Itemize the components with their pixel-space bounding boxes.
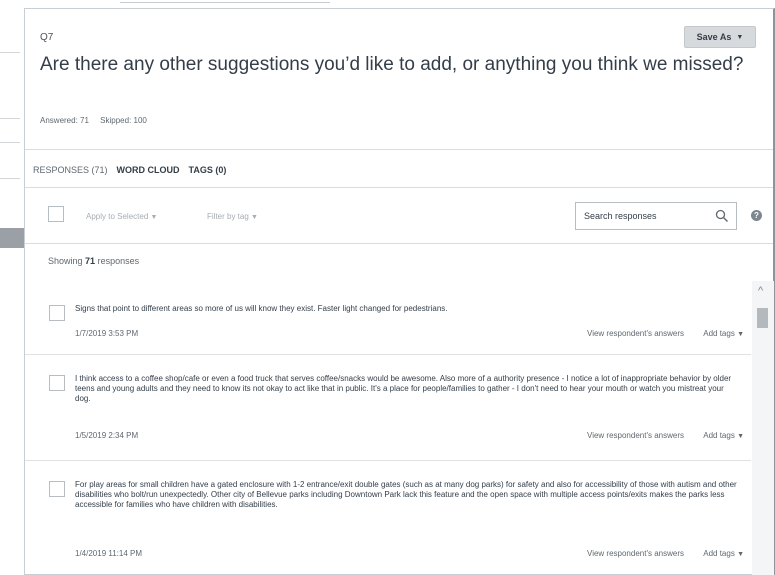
response-text: Signs that point to different areas so m… bbox=[75, 304, 448, 313]
response-item: Signs that point to different areas so m… bbox=[25, 285, 751, 355]
question-title: Are there any other suggestions you’d li… bbox=[40, 54, 744, 75]
response-text: For play areas for small children have a… bbox=[75, 480, 737, 509]
filter-by-tag-dropdown[interactable]: Filter by tag ▼ bbox=[207, 212, 258, 221]
caret-down-icon: ▼ bbox=[251, 214, 258, 221]
add-tags-label: Add tags bbox=[703, 549, 735, 558]
responses-toolbar: Apply to Selected ▼ Filter by tag ▼ ? bbox=[25, 189, 773, 245]
tab-bar: RESPONSES (71) WORD CLOUD TAGS (0) bbox=[33, 165, 226, 175]
response-checkbox[interactable] bbox=[49, 305, 65, 321]
view-answers-link[interactable]: View respondent's answers bbox=[587, 329, 684, 338]
response-text: I think access to a coffee shop/cafe or … bbox=[75, 374, 732, 403]
save-as-label: Save As bbox=[696, 32, 732, 42]
view-answers-link[interactable]: View respondent's answers bbox=[587, 431, 684, 440]
apply-to-selected-label: Apply to Selected bbox=[86, 212, 149, 221]
add-tags-dropdown[interactable]: Add tags ▼ bbox=[703, 431, 744, 440]
gutter-handle bbox=[0, 228, 24, 248]
search-icon[interactable] bbox=[715, 209, 729, 223]
apply-to-selected-dropdown[interactable]: Apply to Selected ▼ bbox=[86, 212, 157, 221]
header-divider bbox=[25, 149, 773, 150]
response-list: Signs that point to different areas so m… bbox=[25, 285, 751, 575]
showing-suffix: responses bbox=[97, 256, 140, 266]
showing-prefix: Showing bbox=[48, 256, 83, 266]
toolbar-divider bbox=[25, 243, 773, 244]
add-tags-label: Add tags bbox=[703, 329, 735, 338]
search-input[interactable] bbox=[584, 209, 702, 223]
showing-number: 71 bbox=[85, 256, 96, 266]
filter-by-tag-label: Filter by tag bbox=[207, 212, 249, 221]
chevron-up-icon[interactable]: ^ bbox=[758, 285, 763, 297]
caret-down-icon: ▼ bbox=[150, 214, 158, 221]
tabs-divider bbox=[25, 187, 773, 188]
add-tags-dropdown[interactable]: Add tags ▼ bbox=[703, 329, 744, 338]
gutter-divider bbox=[0, 142, 20, 143]
response-stats: Answered: 71 Skipped: 100 bbox=[40, 116, 156, 125]
response-date: 1/5/2019 2:34 PM bbox=[75, 431, 139, 440]
response-item: For play areas for small children have a… bbox=[25, 461, 751, 575]
skipped-count: Skipped: 100 bbox=[100, 116, 147, 125]
scrollbar-thumb[interactable] bbox=[757, 308, 768, 328]
view-answers-link[interactable]: View respondent's answers bbox=[587, 549, 684, 558]
caret-down-icon: ▼ bbox=[736, 33, 744, 41]
response-date: 1/4/2019 11:14 PM bbox=[75, 549, 143, 558]
tab-word-cloud[interactable]: WORD CLOUD bbox=[117, 165, 180, 175]
gutter-divider bbox=[0, 178, 20, 179]
add-tags-dropdown[interactable]: Add tags ▼ bbox=[703, 549, 744, 558]
left-gutter bbox=[0, 0, 24, 575]
response-checkbox[interactable] bbox=[49, 481, 65, 497]
tab-tags[interactable]: TAGS (0) bbox=[189, 165, 227, 175]
response-checkbox[interactable] bbox=[49, 375, 65, 391]
gutter-divider bbox=[0, 118, 20, 119]
help-icon[interactable]: ? bbox=[751, 210, 762, 221]
caret-down-icon: ▼ bbox=[737, 331, 744, 338]
tab-responses[interactable]: RESPONSES (71) bbox=[33, 165, 108, 175]
page-top-strip bbox=[0, 0, 775, 8]
response-date: 1/7/2019 3:53 PM bbox=[75, 329, 139, 338]
add-tags-label: Add tags bbox=[703, 431, 735, 440]
select-all-checkbox[interactable] bbox=[48, 206, 64, 222]
question-card: Q7 Save As ▼ Are there any other suggest… bbox=[24, 8, 775, 575]
answered-count: Answered: 71 bbox=[40, 116, 89, 125]
gutter-divider bbox=[0, 52, 20, 53]
showing-count: Showing 71 responses bbox=[48, 256, 139, 266]
search-box[interactable] bbox=[575, 202, 737, 230]
header-fragment bbox=[120, 0, 330, 3]
save-as-button[interactable]: Save As ▼ bbox=[684, 26, 756, 48]
question-number: Q7 bbox=[40, 32, 54, 43]
response-item: I think access to a coffee shop/cafe or … bbox=[25, 355, 751, 461]
caret-down-icon: ▼ bbox=[737, 433, 744, 440]
stage: Q7 Save As ▼ Are there any other suggest… bbox=[0, 0, 775, 575]
caret-down-icon: ▼ bbox=[737, 551, 744, 558]
response-scrollbar[interactable]: ^ bbox=[752, 281, 774, 575]
